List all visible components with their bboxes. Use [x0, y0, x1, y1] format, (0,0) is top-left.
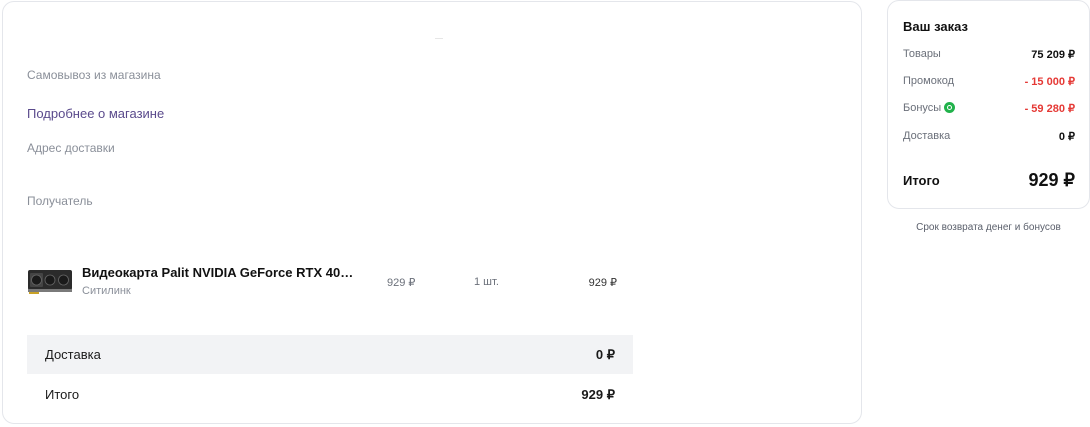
- order-title: Ваш заказ: [903, 19, 968, 34]
- pickup-label: Самовывоз из магазина: [27, 68, 161, 82]
- promo-value: - 15 000 ₽: [1024, 75, 1075, 88]
- order-total-value: 929 ₽: [1028, 169, 1076, 190]
- store-details-link[interactable]: Подробнее о магазине: [27, 106, 164, 121]
- bonus-row: Бонусы - 59 280 ₽: [903, 100, 1075, 116]
- divider: [435, 38, 443, 39]
- goods-value: 75 209 ₽: [1031, 48, 1075, 61]
- order-delivery-row: Доставка 0 ₽: [903, 128, 1075, 144]
- order-delivery-value: 0 ₽: [1058, 130, 1075, 143]
- delivery-summary-row: Доставка 0 ₽: [27, 335, 633, 374]
- gpu-image[interactable]: [27, 266, 73, 296]
- delivery-value: 0 ₽: [595, 346, 615, 362]
- total-summary-row: Итого 929 ₽: [27, 375, 633, 414]
- product-quantity: 1 шт.: [474, 276, 499, 288]
- total-value: 929 ₽: [581, 386, 615, 402]
- order-details-card: Самовывоз из магазина Подробнее о магази…: [2, 1, 862, 424]
- order-total-row: Итого 929 ₽: [903, 167, 1075, 193]
- product-price: 929 ₽: [387, 277, 416, 289]
- product-row: Видеокарта Palit NVIDIA GeForce RTX 4070…: [27, 256, 617, 308]
- bonus-label-wrap: Бонусы: [903, 102, 956, 114]
- goods-row: Товары 75 209 ₽: [903, 46, 1075, 62]
- promo-label: Промокод: [903, 75, 955, 87]
- delivery-label: Доставка: [45, 347, 101, 362]
- recipient-label: Получатель: [27, 194, 93, 208]
- bonus-value: - 59 280 ₽: [1024, 102, 1075, 115]
- goods-label: Товары: [903, 48, 941, 60]
- promo-row: Промокод - 15 000 ₽: [903, 73, 1075, 89]
- address-label: Адрес доставки: [27, 141, 115, 155]
- bonus-label: Бонусы: [903, 102, 942, 114]
- product-seller: Ситилинк: [82, 285, 131, 297]
- product-name[interactable]: Видеокарта Palit NVIDIA GeForce RTX 4070…: [82, 265, 357, 280]
- product-total: 929 ₽: [588, 277, 617, 289]
- order-total-label: Итого: [903, 172, 940, 188]
- total-label: Итого: [45, 387, 80, 402]
- bonus-icon[interactable]: [944, 102, 956, 113]
- return-policy-link[interactable]: Срок возврата денег и бонусов: [887, 222, 1090, 233]
- order-delivery-label: Доставка: [903, 130, 951, 142]
- order-summary-card: Ваш заказ Товары 75 209 ₽ Промокод - 15 …: [887, 0, 1090, 209]
